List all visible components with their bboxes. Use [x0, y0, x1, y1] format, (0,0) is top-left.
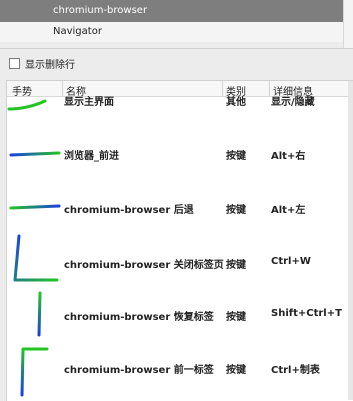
table-row[interactable]: chromium-browser 恢复标签 按键 Shift+Ctrl+T: [7, 289, 353, 337]
column-divider[interactable]: [222, 81, 223, 96]
gesture-stroke-icon: [9, 151, 61, 157]
table-scrollbar[interactable]: [348, 81, 353, 400]
row-category: 按键: [226, 260, 246, 271]
show-deleted-label: 显示删除行: [25, 60, 75, 71]
gesture-stroke-icon: [9, 204, 61, 210]
app-list-item-selected[interactable]: chromium-browser: [0, 0, 344, 22]
row-detail: 显示/隐藏: [271, 97, 315, 108]
list-scrollbar[interactable]: [343, 0, 353, 48]
gesture-stroke-icon: [13, 234, 59, 282]
gesture-table: 手势 名称 类别 详细信息 显示主界面 其他 显示/隐藏 浏览器_前进 按键 A…: [6, 80, 353, 401]
row-name: chromium-browser 后退: [64, 205, 194, 216]
row-name: 浏览器_前进: [64, 151, 119, 162]
row-detail: Shift+Ctrl+T: [271, 308, 342, 319]
row-category: 其他: [226, 97, 246, 108]
gesture-stroke-icon: [37, 291, 42, 337]
table-row[interactable]: chromium-browser 前一标签 按键 Ctrl+制表: [7, 343, 353, 401]
row-detail: Alt+右: [271, 151, 306, 162]
app-list-item[interactable]: Navigator: [0, 22, 344, 42]
row-name: 显示主界面: [64, 97, 114, 108]
column-header-gesture[interactable]: 手势: [12, 83, 32, 98]
row-category: 按键: [226, 312, 246, 323]
row-category: 按键: [226, 365, 246, 376]
row-detail: Alt+左: [271, 205, 306, 216]
gesture-stroke-icon: [7, 99, 47, 111]
gesture-stroke-icon: [20, 347, 49, 397]
row-name: chromium-browser 前一标签: [64, 365, 214, 376]
show-deleted-checkbox[interactable]: [9, 58, 20, 69]
table-row[interactable]: chromium-browser 关闭标签页 按键 Ctrl+W: [7, 231, 353, 286]
divider: [0, 48, 353, 49]
row-detail: Ctrl+W: [271, 256, 311, 267]
row-name: chromium-browser 关闭标签页: [64, 260, 224, 271]
row-category: 按键: [226, 151, 246, 162]
column-divider[interactable]: [269, 81, 270, 96]
table-row[interactable]: chromium-browser 后退 按键 Alt+左: [7, 193, 353, 223]
row-category: 按键: [226, 205, 246, 216]
show-deleted-option[interactable]: 显示删除行: [9, 56, 75, 71]
table-row[interactable]: 显示主界面 其他 显示/隐藏: [7, 97, 353, 119]
table-row[interactable]: 浏览器_前进 按键 Alt+右: [7, 139, 353, 169]
app-list-item-label: chromium-browser: [53, 5, 148, 16]
row-name: chromium-browser 恢复标签: [64, 312, 214, 323]
column-divider[interactable]: [62, 81, 63, 96]
app-list-item-label: Navigator: [53, 26, 102, 37]
row-detail: Ctrl+制表: [271, 365, 320, 376]
